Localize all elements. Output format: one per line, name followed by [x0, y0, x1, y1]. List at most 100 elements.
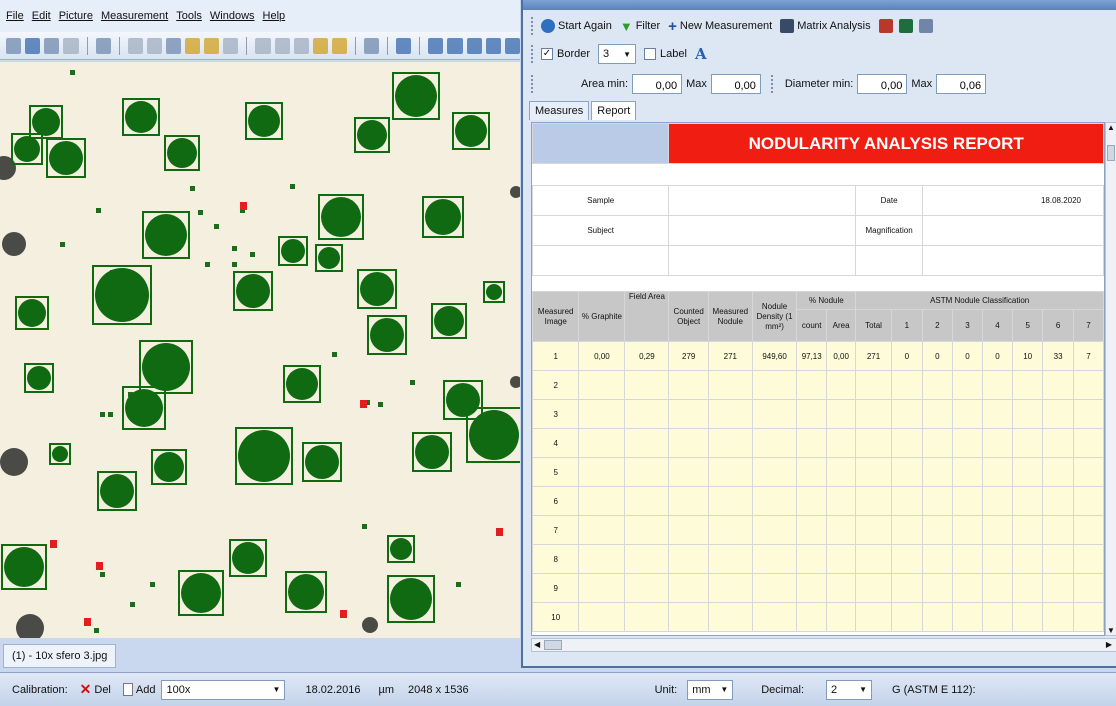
label-checkbox[interactable] [644, 48, 657, 60]
table-cell[interactable]: 279 [668, 341, 709, 371]
table-cell[interactable] [855, 573, 892, 603]
table-cell[interactable] [825, 399, 857, 429]
table-cell[interactable] [951, 602, 983, 632]
table-cell[interactable]: 949,60 [751, 341, 798, 371]
table-cell[interactable] [707, 428, 753, 458]
table-cell[interactable] [578, 457, 626, 487]
table-cell[interactable] [921, 544, 953, 574]
table-cell[interactable] [981, 515, 1013, 545]
table-cell[interactable] [578, 573, 626, 603]
table-cell[interactable] [624, 486, 670, 516]
table-cell[interactable] [624, 515, 670, 545]
table-cell[interactable] [1011, 428, 1044, 458]
table-cell[interactable] [751, 544, 798, 574]
table-cell[interactable] [668, 515, 709, 545]
table-cell[interactable]: 10 [532, 602, 580, 632]
table-cell[interactable] [624, 428, 670, 458]
table-cell[interactable] [578, 515, 626, 545]
toolbar-grip[interactable] [770, 75, 775, 93]
table-cell[interactable]: 7 [532, 515, 580, 545]
table-cell[interactable] [751, 602, 798, 632]
undo-icon[interactable] [127, 37, 143, 54]
table-cell[interactable] [1042, 399, 1074, 429]
rect-select-icon[interactable] [255, 37, 271, 54]
table-cell[interactable] [921, 486, 953, 516]
menu-help[interactable]: Help [263, 10, 286, 22]
sample-value[interactable] [668, 185, 857, 216]
table-cell[interactable] [981, 602, 1013, 632]
matrix-analysis-button[interactable]: Matrix Analysis [780, 19, 871, 33]
table-cell[interactable] [825, 370, 857, 400]
table-cell[interactable] [1042, 515, 1074, 545]
toolbar-grip[interactable] [531, 17, 535, 35]
table-cell[interactable] [981, 544, 1013, 574]
table-cell[interactable] [796, 399, 827, 429]
scroll-up-icon[interactable]: ▲ [1107, 123, 1115, 132]
table-cell[interactable] [855, 399, 892, 429]
table-cell[interactable] [951, 486, 983, 516]
area-min-input[interactable] [632, 74, 683, 94]
table-cell[interactable] [668, 370, 709, 400]
table-cell[interactable] [981, 370, 1013, 400]
table-cell[interactable] [981, 486, 1013, 516]
menu-tools[interactable]: Tools [176, 10, 202, 22]
scroll-thumb[interactable] [1107, 145, 1115, 161]
excel-export-icon[interactable] [898, 19, 913, 33]
document-tab[interactable]: (1) - 10x sfero 3.jpg [3, 644, 117, 668]
toolbar-grip[interactable] [531, 45, 535, 63]
table-cell[interactable] [951, 515, 983, 545]
table-cell[interactable] [921, 573, 953, 603]
table-cell[interactable] [796, 457, 827, 487]
table-cell[interactable] [578, 399, 626, 429]
table-cell[interactable] [1072, 486, 1104, 516]
table-cell[interactable] [707, 486, 753, 516]
table-cell[interactable] [751, 486, 798, 516]
table-cell[interactable] [751, 370, 798, 400]
table-cell[interactable] [624, 573, 670, 603]
border-width-select[interactable]: 3 ▼ [598, 44, 637, 64]
open-icon[interactable] [6, 37, 22, 54]
table-cell[interactable] [1011, 515, 1044, 545]
scroll-down-icon[interactable]: ▼ [1107, 626, 1115, 635]
tab-report[interactable]: Report [591, 101, 637, 120]
table-cell[interactable] [951, 457, 983, 487]
save-icon[interactable] [25, 37, 41, 54]
unit-select[interactable]: mm ▼ [687, 679, 734, 700]
table-cell[interactable]: 271 [855, 341, 892, 371]
crop-icon[interactable] [223, 37, 239, 54]
table-cell[interactable]: 1 [532, 341, 580, 371]
scroll-right-icon[interactable]: ▶ [1106, 640, 1112, 649]
zoom-out-icon[interactable] [447, 37, 463, 54]
table-cell[interactable] [890, 544, 923, 574]
calibration-select[interactable]: 100x ▼ [161, 679, 286, 700]
table-cell[interactable] [951, 370, 983, 400]
table-cell[interactable]: 0 [981, 341, 1013, 371]
table-cell[interactable]: 6 [532, 486, 580, 516]
table-cell[interactable] [668, 399, 709, 429]
table-cell[interactable] [707, 515, 753, 545]
brush-icon[interactable] [331, 37, 348, 54]
table-cell[interactable] [1072, 573, 1104, 603]
table-cell[interactable] [1072, 399, 1104, 429]
table-cell[interactable]: 0,00 [825, 341, 857, 371]
table-cell[interactable] [624, 370, 670, 400]
table-cell[interactable] [1072, 544, 1104, 574]
table-cell[interactable] [825, 573, 857, 603]
table-cell[interactable] [1072, 602, 1104, 632]
table-cell[interactable] [578, 544, 626, 574]
table-cell[interactable] [825, 515, 857, 545]
menu-measurement[interactable]: Measurement [101, 10, 168, 22]
table-cell[interactable] [668, 486, 709, 516]
table-cell[interactable] [624, 457, 670, 487]
table-cell[interactable] [1011, 399, 1044, 429]
table-cell[interactable] [855, 486, 892, 516]
table-cell[interactable] [1042, 544, 1074, 574]
table-cell[interactable]: 0 [921, 341, 953, 371]
border-checkbox[interactable]: ✓ [541, 48, 553, 60]
table-cell[interactable] [668, 457, 709, 487]
table-cell[interactable] [1072, 370, 1104, 400]
area-max-input[interactable] [710, 74, 761, 94]
table-cell[interactable] [668, 602, 709, 632]
table-cell[interactable] [668, 428, 709, 458]
report-vertical-scrollbar[interactable]: ▲ ▼ [1105, 122, 1116, 636]
